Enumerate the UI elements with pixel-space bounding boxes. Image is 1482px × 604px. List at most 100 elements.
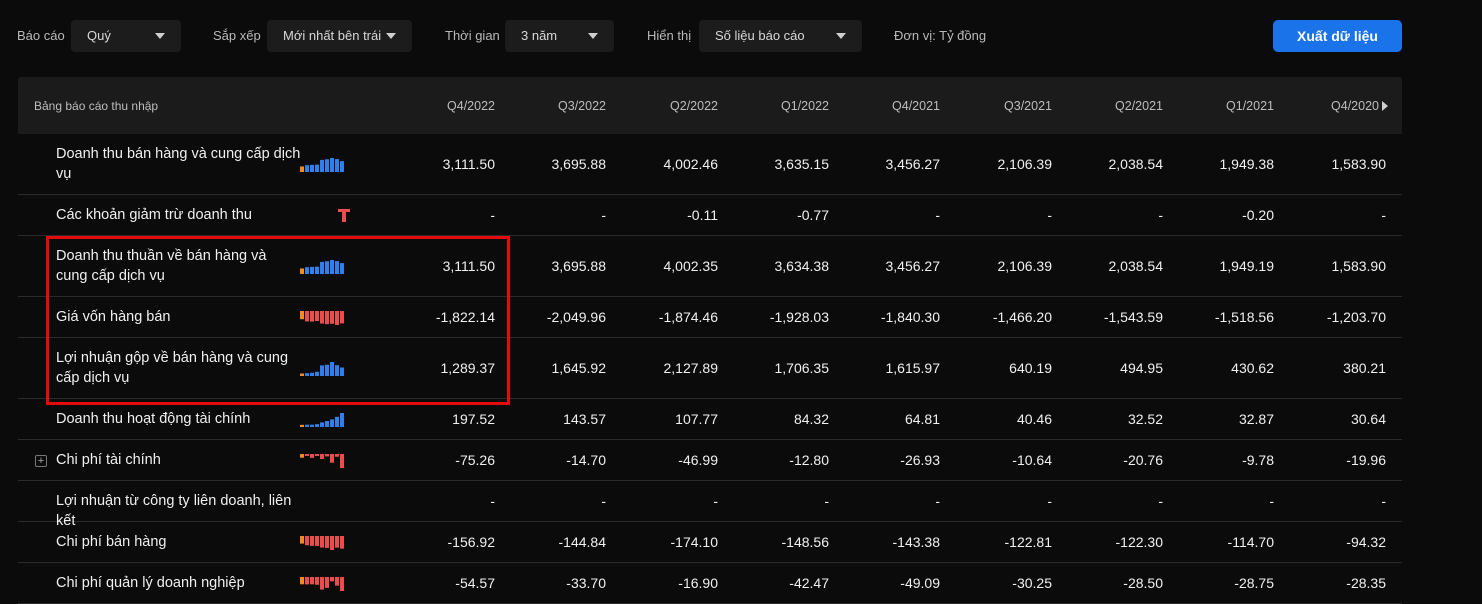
table-row[interactable]: Chi phí bán hàng -156.92 -144.84 -174.10 -14… (18, 522, 1402, 563)
table-cell: -94.32 (1346, 533, 1386, 550)
sparkline-bar (320, 421, 324, 427)
sparkline-chart (300, 453, 344, 468)
column-header[interactable]: Q1/2021 (1174, 99, 1274, 113)
sparkline[interactable] (300, 494, 356, 515)
sparkline-bar (310, 164, 314, 172)
column-header[interactable]: Q4/2021 (840, 99, 940, 113)
column-header[interactable]: Q4/2020 (1276, 99, 1388, 113)
table-cell: 2,038.54 (1108, 257, 1164, 274)
table-cell: 3,635.15 (774, 155, 830, 172)
table-row[interactable]: Lợi nhuận từ công ty liên doanh, liên kế… (18, 481, 1402, 529)
expand-plus-icon[interactable]: + (35, 454, 47, 467)
display-select[interactable]: Số liệu báo cáo (699, 20, 862, 52)
sparkline-bar (305, 535, 309, 545)
scroll-right-icon[interactable] (1382, 101, 1388, 111)
sparkline-bar (300, 165, 304, 172)
table-cell: 1,645.92 (551, 359, 607, 376)
sparkline-bar (335, 535, 339, 548)
row-label: Lợi nhuận gộp về bán hàng và cung cấp dị… (56, 350, 289, 386)
sparkline[interactable] (300, 259, 356, 280)
sparkline-bar (325, 310, 329, 324)
sparkline[interactable] (300, 208, 356, 229)
table-header: Bảng báo cáo thu nhập Q4/2022 Q3/2022 Q2… (18, 77, 1402, 134)
table-cell: - (1381, 492, 1386, 509)
sparkline-bar (335, 576, 339, 586)
sparkline-bar (305, 424, 309, 427)
table-cell: -1,466.20 (992, 308, 1052, 325)
sparkline-bar (325, 576, 329, 588)
sparkline[interactable] (300, 310, 356, 331)
table-cell: 430.62 (1231, 359, 1274, 376)
sparkline-bar (305, 266, 309, 274)
table-cell: -75.26 (455, 451, 495, 468)
table-row[interactable]: + Chi phí tài chính -75.26 -14.70 -46.99 -12.… (18, 440, 1402, 481)
table-cell: 4,002.35 (663, 257, 719, 274)
sparkline-chart (300, 412, 344, 427)
column-header[interactable]: Q1/2022 (729, 99, 829, 113)
table-row[interactable]: Doanh thu thuần về bán hàng và cung cấp … (18, 236, 1402, 297)
table-cell: 3,695.88 (551, 257, 607, 274)
sparkline[interactable] (300, 576, 356, 597)
sparkline[interactable] (300, 157, 356, 178)
column-header[interactable]: Q2/2022 (618, 99, 718, 113)
table-row[interactable]: Doanh thu hoạt động tài chính 197.52 143.5… (18, 399, 1402, 440)
sparkline-bar (315, 423, 319, 427)
sparkline-bar (330, 453, 334, 463)
table-cell: 143.57 (563, 410, 606, 427)
sparkline[interactable] (300, 535, 356, 556)
table-cell: 3,456.27 (885, 155, 941, 172)
table-body: Doanh thu bán hàng và cung cấp dịch vụ 3,… (18, 134, 1402, 604)
table-cell: 1,615.97 (885, 359, 941, 376)
table-cell: -20.76 (1123, 451, 1163, 468)
table-cell: -114.70 (1227, 533, 1274, 550)
sort-select[interactable]: Mới nhất bên trái (267, 20, 412, 52)
sparkline-bar (335, 158, 339, 172)
sparkline[interactable] (300, 453, 356, 474)
table-cell: -1,518.56 (1214, 308, 1274, 325)
table-cell: - (490, 206, 495, 223)
column-header[interactable]: Q3/2021 (952, 99, 1052, 113)
column-header[interactable]: Q3/2022 (506, 99, 606, 113)
row-label: Doanh thu hoạt động tài chính (56, 411, 251, 427)
column-header[interactable]: Q2/2021 (1063, 99, 1163, 113)
table-cell: -144.84 (558, 533, 606, 550)
table-cell: - (1047, 492, 1052, 509)
row-label: Các khoản giảm trừ doanh thu (56, 207, 252, 223)
table-cell: -10.64 (1012, 451, 1052, 468)
chevron-down-icon (386, 33, 396, 39)
column-header[interactable]: Q4/2022 (395, 99, 495, 113)
table-row[interactable]: Lợi nhuận gộp về bán hàng và cung cấp dị… (18, 338, 1402, 399)
sparkline-bar (310, 310, 314, 322)
time-range-select[interactable]: 3 năm (505, 20, 614, 52)
display-value: Số liệu báo cáo (715, 28, 805, 43)
table-cell: 2,106.39 (997, 155, 1053, 172)
sparkline-bar (320, 453, 324, 459)
table-cell: 3,111.50 (442, 155, 495, 172)
sparkline-bar (335, 364, 339, 376)
table-cell: 30.64 (1350, 410, 1386, 427)
sort-value: Mới nhất bên trái (283, 28, 382, 43)
table-cell: 1,706.35 (774, 359, 830, 376)
table-cell: 32.87 (1238, 410, 1274, 427)
table-row[interactable]: Giá vốn hàng bán -1,822.14 -2,049.96 -1,874… (18, 297, 1402, 338)
table-cell: - (490, 492, 495, 509)
sparkline-bar (335, 260, 339, 274)
export-data-button[interactable]: Xuất dữ liệu (1273, 20, 1402, 52)
table-row[interactable]: Các khoản giảm trừ doanh thu - - -0.11 -0.77… (18, 195, 1402, 236)
chevron-down-icon (588, 33, 598, 39)
sparkline-bar (315, 266, 319, 274)
sparkline-bar (310, 576, 314, 584)
sparkline[interactable] (300, 412, 356, 433)
table-cell: -28.50 (1123, 574, 1163, 591)
table-row[interactable]: Chi phí quản lý doanh nghiệp -54.57 -33.70… (18, 563, 1402, 604)
sparkline[interactable] (300, 361, 356, 382)
table-cell: -1,928.03 (769, 308, 829, 325)
sparkline-chart (338, 208, 350, 222)
report-period-select[interactable]: Quý (71, 20, 181, 52)
time-range-value: 3 năm (521, 28, 558, 43)
sparkline-bar (320, 364, 324, 376)
sparkline-bar (310, 266, 314, 274)
sparkline-bar (330, 418, 334, 427)
sparkline-chart (300, 576, 344, 591)
table-row[interactable]: Doanh thu bán hàng và cung cấp dịch vụ 3,… (18, 134, 1402, 195)
